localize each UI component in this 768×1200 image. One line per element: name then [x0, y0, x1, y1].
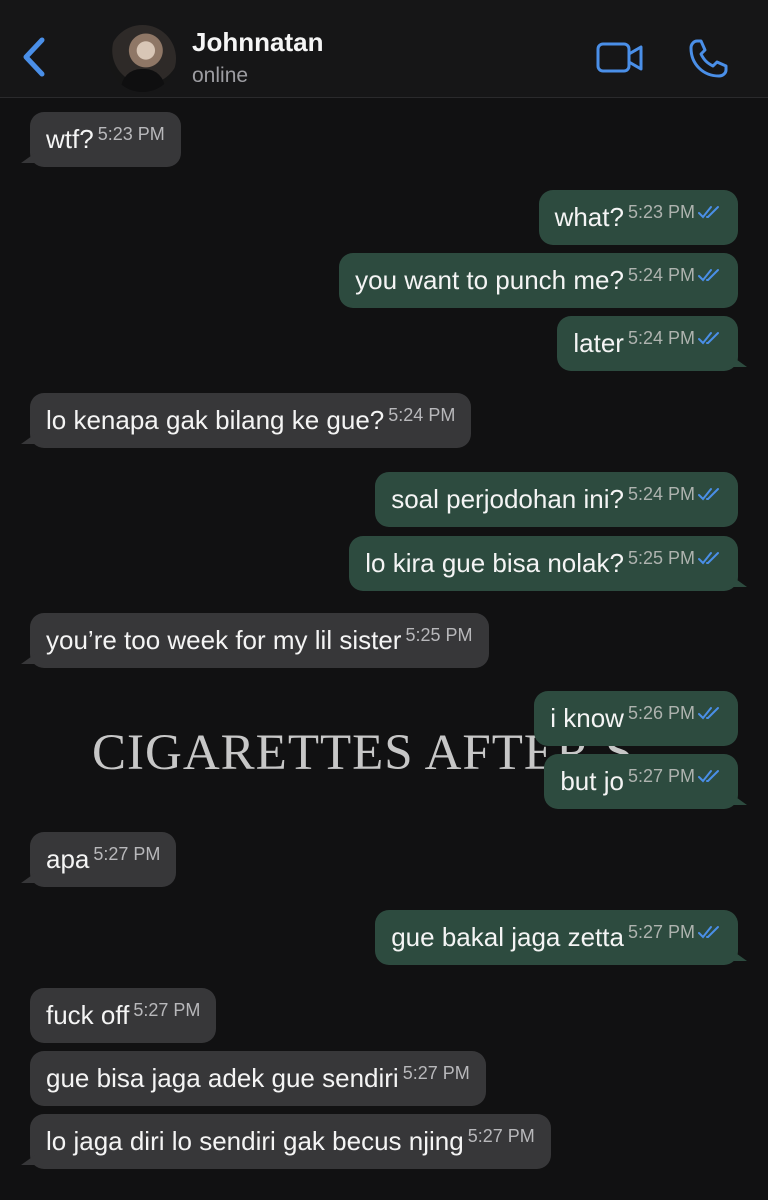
video-camera-icon	[596, 42, 643, 73]
message-text: lo kenapa gak bilang ke gue?	[46, 405, 385, 435]
bubble-tail	[21, 654, 35, 664]
bubble-tail	[21, 873, 35, 883]
message-time: 5:24 PM	[627, 328, 695, 348]
message-text: later	[573, 328, 624, 358]
message-text: lo kira gue bisa nolak?	[365, 548, 624, 578]
message-bubble[interactable]: lo jaga diri lo sendiri gak becus njing 5…	[21, 1114, 551, 1169]
message-time: 5:24 PM	[627, 484, 695, 504]
message-bubble[interactable]: later 5:24 PM	[557, 316, 747, 371]
read-receipt-icon	[698, 269, 719, 282]
bubble-tail	[733, 577, 747, 587]
message-bubble[interactable]: gue bisa jaga adek gue sendiri 5:27 PM	[30, 1051, 486, 1106]
message-time: 5:27 PM	[627, 766, 695, 786]
avatar[interactable]	[109, 25, 176, 92]
read-receipt-icon	[698, 770, 719, 783]
chat-header: Johnnatan online	[0, 0, 768, 98]
message-time: 5:23 PM	[627, 202, 695, 222]
message-text: lo jaga diri lo sendiri gak becus njing	[46, 1126, 464, 1156]
read-receipt-icon	[698, 332, 719, 345]
read-receipt-icon	[698, 707, 719, 720]
message-bubble[interactable]: you’re too week for my lil sister 5:25 PM	[21, 613, 489, 668]
message-text: gue bisa jaga adek gue sendiri	[46, 1063, 399, 1093]
message-text: gue bakal jaga zetta	[391, 922, 624, 952]
message-bubble[interactable]: fuck off 5:27 PM	[30, 988, 217, 1043]
message-bubble[interactable]: you want to punch me? 5:24 PM	[339, 253, 738, 308]
bubble-tail	[733, 357, 747, 367]
read-receipt-icon	[698, 552, 719, 565]
message-text: wtf?	[46, 124, 94, 154]
message-text: apa	[46, 844, 90, 874]
contact-name[interactable]: Johnnatan	[192, 27, 323, 58]
message-bubble[interactable]: gue bakal jaga zetta 5:27 PM	[375, 910, 747, 965]
message-time: 5:25 PM	[405, 625, 473, 645]
message-bubble[interactable]: what? 5:23 PM	[538, 190, 738, 245]
message-bubble[interactable]: lo kira gue bisa nolak? 5:25 PM	[349, 536, 747, 591]
message-time: 5:23 PM	[97, 124, 165, 144]
voice-call-button[interactable]	[687, 38, 729, 80]
bubble-tail	[21, 434, 35, 444]
message-text: soal perjodohan ini?	[391, 484, 624, 514]
message-bubble[interactable]: i know 5:26 PM	[534, 691, 738, 746]
message-text: but jo	[560, 766, 624, 796]
bubble-tail	[733, 951, 747, 961]
message-text: you’re too week for my lil sister	[46, 625, 402, 655]
message-bubble[interactable]: soal perjodohan ini? 5:24 PM	[375, 472, 738, 527]
read-receipt-icon	[698, 926, 719, 939]
video-call-button[interactable]	[596, 41, 644, 75]
message-text: fuck off	[46, 1000, 130, 1030]
bubble-tail	[21, 1155, 35, 1165]
message-bubble[interactable]: wtf? 5:23 PM	[21, 112, 181, 167]
message-time: 5:27 PM	[93, 844, 161, 864]
message-text: i know	[550, 703, 624, 733]
message-time: 5:26 PM	[627, 703, 695, 723]
phone-icon	[689, 39, 728, 78]
message-time: 5:27 PM	[627, 922, 695, 942]
message-bubble[interactable]: but jo 5:27 PM	[544, 754, 747, 809]
chevron-left-icon	[23, 37, 45, 77]
message-text: you want to punch me?	[355, 265, 624, 295]
bubble-tail	[21, 153, 35, 163]
back-button[interactable]	[18, 36, 52, 78]
message-text: what?	[554, 202, 624, 232]
read-receipt-icon	[698, 488, 719, 501]
message-time: 5:27 PM	[133, 1000, 201, 1020]
message-bubble[interactable]: apa 5:27 PM	[21, 832, 177, 887]
message-time: 5:25 PM	[627, 548, 695, 568]
message-time: 5:24 PM	[627, 265, 695, 285]
message-time: 5:24 PM	[388, 405, 456, 425]
bubble-tail	[733, 795, 747, 805]
message-time: 5:27 PM	[402, 1063, 470, 1083]
contact-status: online	[192, 64, 249, 87]
message-time: 5:27 PM	[467, 1126, 535, 1146]
message-bubble[interactable]: lo kenapa gak bilang ke gue? 5:24 PM	[21, 393, 472, 448]
read-receipt-icon	[698, 206, 719, 219]
